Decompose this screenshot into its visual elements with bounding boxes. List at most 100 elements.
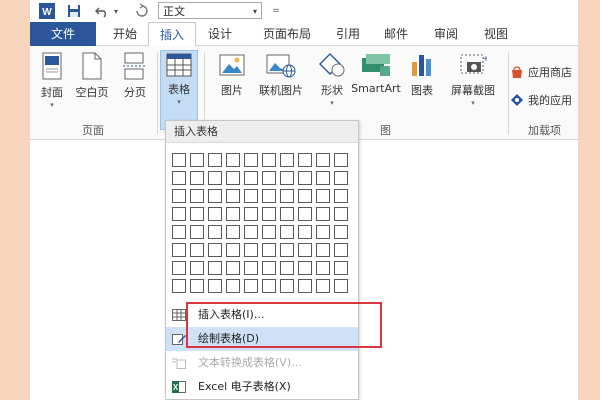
table-grid-cell[interactable] xyxy=(172,225,186,239)
table-grid-cell[interactable] xyxy=(280,153,294,167)
table-grid-cell[interactable] xyxy=(190,279,204,293)
cover-page-button[interactable]: 封面 ▾ xyxy=(36,52,68,109)
tab-references[interactable]: 引用 xyxy=(328,22,368,46)
table-grid-cell[interactable] xyxy=(262,189,276,203)
my-apps-button[interactable]: 我的应用 xyxy=(510,92,572,108)
table-grid-cell[interactable] xyxy=(226,243,240,257)
table-grid-cell[interactable] xyxy=(208,261,222,275)
table-grid-cell[interactable] xyxy=(208,171,222,185)
table-grid-cell[interactable] xyxy=(172,261,186,275)
table-grid-cell[interactable] xyxy=(280,171,294,185)
save-icon[interactable] xyxy=(66,2,82,20)
table-grid-cell[interactable] xyxy=(244,153,258,167)
table-grid-cell[interactable] xyxy=(172,279,186,293)
table-grid-cell[interactable] xyxy=(262,279,276,293)
table-grid-cell[interactable] xyxy=(298,243,312,257)
table-grid-cell[interactable] xyxy=(190,171,204,185)
table-grid-cell[interactable] xyxy=(298,225,312,239)
table-grid-cell[interactable] xyxy=(316,261,330,275)
table-button[interactable]: 表格 ▾ xyxy=(160,50,198,130)
page-break-button[interactable]: 分页 xyxy=(118,52,152,100)
style-select[interactable]: 正文 ▾ xyxy=(158,2,262,19)
table-grid-cell[interactable] xyxy=(244,243,258,257)
table-grid-cell[interactable] xyxy=(280,225,294,239)
table-size-grid[interactable] xyxy=(172,149,352,301)
table-grid-cell[interactable] xyxy=(244,171,258,185)
tab-file[interactable]: 文件 xyxy=(30,22,96,46)
table-grid-cell[interactable] xyxy=(190,153,204,167)
undo-icon[interactable] xyxy=(94,2,110,20)
table-grid-cell[interactable] xyxy=(316,153,330,167)
table-grid-cell[interactable] xyxy=(226,261,240,275)
table-grid-cell[interactable] xyxy=(208,189,222,203)
tab-design[interactable]: 设计 xyxy=(198,22,242,46)
table-grid-cell[interactable] xyxy=(226,171,240,185)
convert-text-to-table-item[interactable]: 文本转换成表格(V)... xyxy=(166,351,358,375)
table-grid-cell[interactable] xyxy=(226,225,240,239)
table-grid-cell[interactable] xyxy=(280,243,294,257)
blank-page-button[interactable]: 空白页 xyxy=(72,52,112,100)
table-grid-cell[interactable] xyxy=(226,153,240,167)
table-grid-cell[interactable] xyxy=(334,243,348,257)
table-grid-cell[interactable] xyxy=(334,261,348,275)
smartart-button[interactable]: SmartArt xyxy=(348,52,404,95)
undo-dropdown-icon[interactable]: ▾ xyxy=(112,2,120,20)
table-grid-cell[interactable] xyxy=(172,189,186,203)
tab-view[interactable]: 视图 xyxy=(476,22,516,46)
table-grid-cell[interactable] xyxy=(244,261,258,275)
tab-home[interactable]: 开始 xyxy=(102,22,148,46)
table-grid-cell[interactable] xyxy=(334,279,348,293)
table-grid-cell[interactable] xyxy=(172,207,186,221)
table-grid-cell[interactable] xyxy=(262,261,276,275)
table-grid-cell[interactable] xyxy=(244,225,258,239)
table-grid-cell[interactable] xyxy=(208,279,222,293)
tab-page-layout[interactable]: 页面布局 xyxy=(250,22,324,46)
table-grid-cell[interactable] xyxy=(226,189,240,203)
table-grid-cell[interactable] xyxy=(262,171,276,185)
table-grid-cell[interactable] xyxy=(262,207,276,221)
picture-button[interactable]: 图片 xyxy=(216,52,248,98)
table-grid-cell[interactable] xyxy=(334,207,348,221)
table-grid-cell[interactable] xyxy=(262,225,276,239)
table-grid-cell[interactable] xyxy=(316,171,330,185)
table-grid-cell[interactable] xyxy=(226,207,240,221)
table-grid-cell[interactable] xyxy=(334,189,348,203)
table-grid-cell[interactable] xyxy=(208,225,222,239)
table-grid-cell[interactable] xyxy=(280,207,294,221)
table-grid-cell[interactable] xyxy=(298,279,312,293)
table-grid-cell[interactable] xyxy=(190,225,204,239)
table-grid-cell[interactable] xyxy=(172,171,186,185)
app-store-button[interactable]: 应用商店 xyxy=(510,64,572,80)
shapes-button[interactable]: 形状 ▾ xyxy=(312,52,352,107)
table-grid-cell[interactable] xyxy=(316,243,330,257)
table-grid-cell[interactable] xyxy=(316,225,330,239)
screenshot-button[interactable]: + 屏幕截图 ▾ xyxy=(442,52,504,107)
table-grid-cell[interactable] xyxy=(298,153,312,167)
table-grid-cell[interactable] xyxy=(298,261,312,275)
tab-review[interactable]: 审阅 xyxy=(426,22,466,46)
table-grid-cell[interactable] xyxy=(280,261,294,275)
table-grid-cell[interactable] xyxy=(208,153,222,167)
table-grid-cell[interactable] xyxy=(298,171,312,185)
redo-icon[interactable] xyxy=(134,2,150,20)
table-grid-cell[interactable] xyxy=(262,153,276,167)
table-grid-cell[interactable] xyxy=(280,279,294,293)
online-picture-button[interactable]: 联机图片 xyxy=(252,52,310,98)
table-grid-cell[interactable] xyxy=(244,207,258,221)
table-grid-cell[interactable] xyxy=(334,171,348,185)
table-grid-cell[interactable] xyxy=(262,243,276,257)
table-grid-cell[interactable] xyxy=(190,207,204,221)
table-grid-cell[interactable] xyxy=(190,261,204,275)
table-grid-cell[interactable] xyxy=(226,279,240,293)
tab-mailings[interactable]: 邮件 xyxy=(376,22,416,46)
customize-qat-icon[interactable]: = xyxy=(270,2,282,20)
table-grid-cell[interactable] xyxy=(244,279,258,293)
tab-insert[interactable]: 插入 xyxy=(148,22,196,47)
table-grid-cell[interactable] xyxy=(172,243,186,257)
excel-spreadsheet-item[interactable]: X Excel 电子表格(X) xyxy=(166,375,358,399)
table-grid-cell[interactable] xyxy=(172,153,186,167)
table-grid-cell[interactable] xyxy=(298,189,312,203)
table-grid-cell[interactable] xyxy=(190,243,204,257)
table-grid-cell[interactable] xyxy=(316,279,330,293)
table-grid-cell[interactable] xyxy=(280,189,294,203)
